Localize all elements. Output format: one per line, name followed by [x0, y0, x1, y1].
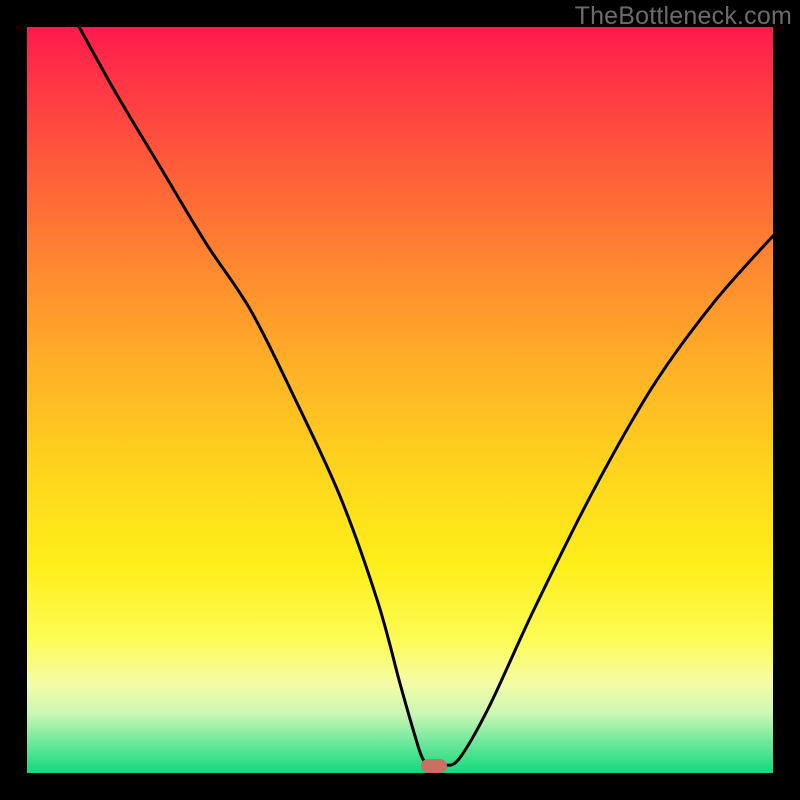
- curve-layer: [27, 27, 773, 773]
- bottleneck-curve: [79, 27, 773, 766]
- optimal-marker: [421, 759, 447, 773]
- chart-frame: TheBottleneck.com: [0, 0, 800, 800]
- watermark-text: TheBottleneck.com: [575, 2, 792, 31]
